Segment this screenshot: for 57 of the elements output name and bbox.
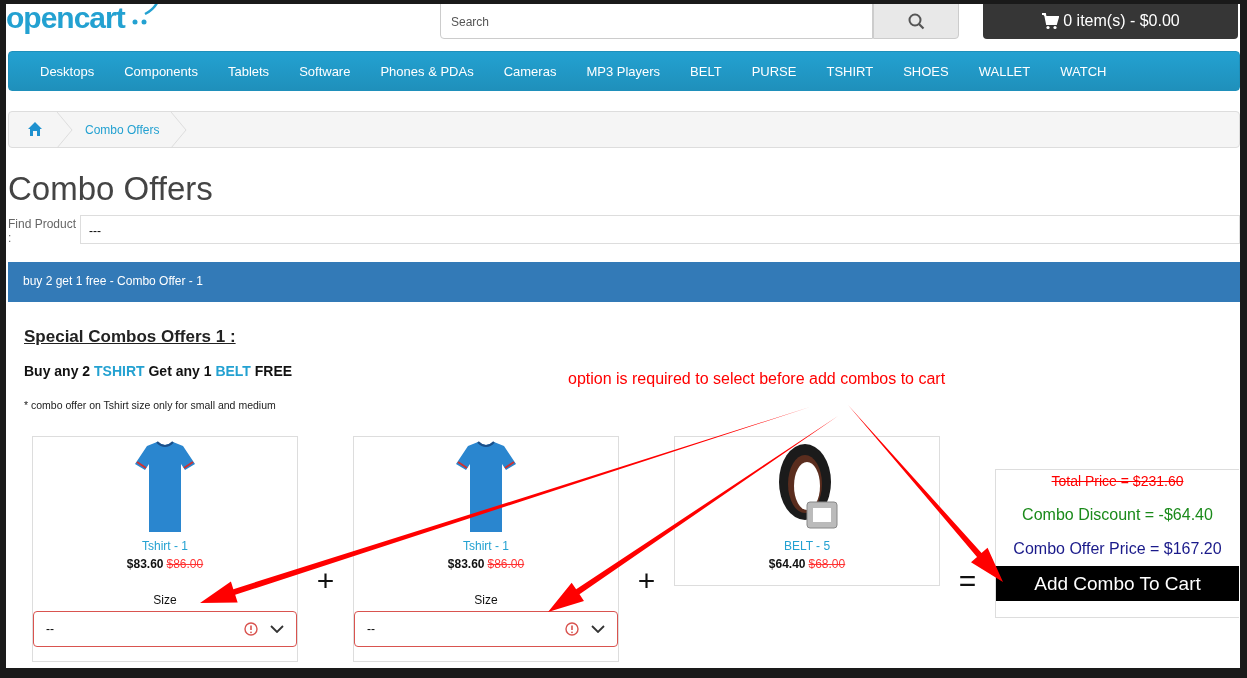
product-price: $83.60	[447, 557, 485, 571]
size-select[interactable]: --	[354, 611, 618, 647]
menu-item[interactable]: WATCH	[1045, 63, 1122, 79]
menu-item[interactable]: TSHIRT	[811, 63, 889, 79]
error-icon	[244, 622, 258, 636]
page-title: Combo Offers	[8, 169, 214, 209]
cart-button[interactable]: 0 item(s) - $0.00	[983, 4, 1238, 39]
chevron-down-icon	[270, 625, 284, 633]
annotation-text: option is required to select before add combos to cart	[568, 370, 946, 388]
total-price: Total Price = $231.60	[1051, 473, 1184, 489]
operator-sign: +	[315, 566, 336, 596]
menu-item[interactable]: Software	[284, 63, 366, 79]
menu-item[interactable]: Desktops	[25, 63, 110, 79]
product-link[interactable]: BELT - 5	[783, 539, 831, 553]
operator-sign: =	[957, 566, 978, 596]
combo-discount: Combo Discount = -$64.40	[1022, 506, 1213, 524]
menu-item[interactable]: WALLET	[963, 63, 1046, 79]
search-field[interactable]: Search	[440, 4, 874, 39]
product-price: $64.40	[768, 557, 806, 571]
search-icon	[907, 12, 925, 30]
error-icon	[565, 622, 579, 636]
option-label: Size	[474, 593, 498, 607]
old-price: $86.00	[166, 557, 204, 571]
category-link[interactable]: TSHIRT	[94, 363, 145, 379]
combo-offer-price: Combo Offer Price = $167.20	[1013, 540, 1222, 558]
product-link[interactable]: Tshirt - 1	[463, 539, 509, 553]
menu-item[interactable]: SHOES	[888, 63, 964, 79]
offer-rule: Buy any 2 TSHIRT Get any 1 BELT FREE	[24, 363, 293, 379]
logo-mark-icon	[130, 4, 159, 26]
offer-title: Special Combos Offers 1 :	[24, 327, 237, 347]
home-link[interactable]	[27, 121, 45, 138]
menu-item[interactable]: PURSE	[736, 63, 812, 79]
cart-icon	[1041, 12, 1060, 30]
add-to-cart-button[interactable]: Add Combo To Cart	[996, 566, 1239, 601]
field-label: Find Product :	[8, 217, 78, 245]
product-field[interactable]: ---	[80, 215, 1240, 244]
operator-sign: +	[636, 566, 657, 596]
product-link[interactable]: Tshirt - 1	[142, 539, 188, 553]
menu-item[interactable]: Tablets	[212, 63, 285, 79]
panel-heading: buy 2 get 1 free - Combo Offer - 1	[8, 262, 1240, 302]
old-price: $68.00	[808, 557, 846, 571]
logo[interactable]: opencart	[6, 4, 125, 34]
option-label: Size	[153, 593, 177, 607]
menu-item[interactable]: Components	[109, 63, 213, 79]
menu-item[interactable]: Phones & PDAs	[365, 63, 489, 79]
search-button[interactable]	[873, 4, 959, 39]
size-select[interactable]: --	[33, 611, 297, 647]
menu-item[interactable]: Cameras	[488, 63, 572, 79]
menu-item[interactable]: BELT	[675, 63, 737, 79]
category-link[interactable]: BELT	[215, 363, 251, 379]
breadcrumb-link[interactable]: Combo Offers	[85, 122, 160, 137]
old-price: $86.00	[487, 557, 525, 571]
home-icon	[27, 121, 45, 138]
chevron-down-icon	[591, 625, 605, 633]
menu-item[interactable]: MP3 Players	[571, 63, 676, 79]
offer-note: * combo offer on Tshirt size only for small and medium	[24, 399, 277, 411]
product-price: $83.60	[126, 557, 164, 571]
